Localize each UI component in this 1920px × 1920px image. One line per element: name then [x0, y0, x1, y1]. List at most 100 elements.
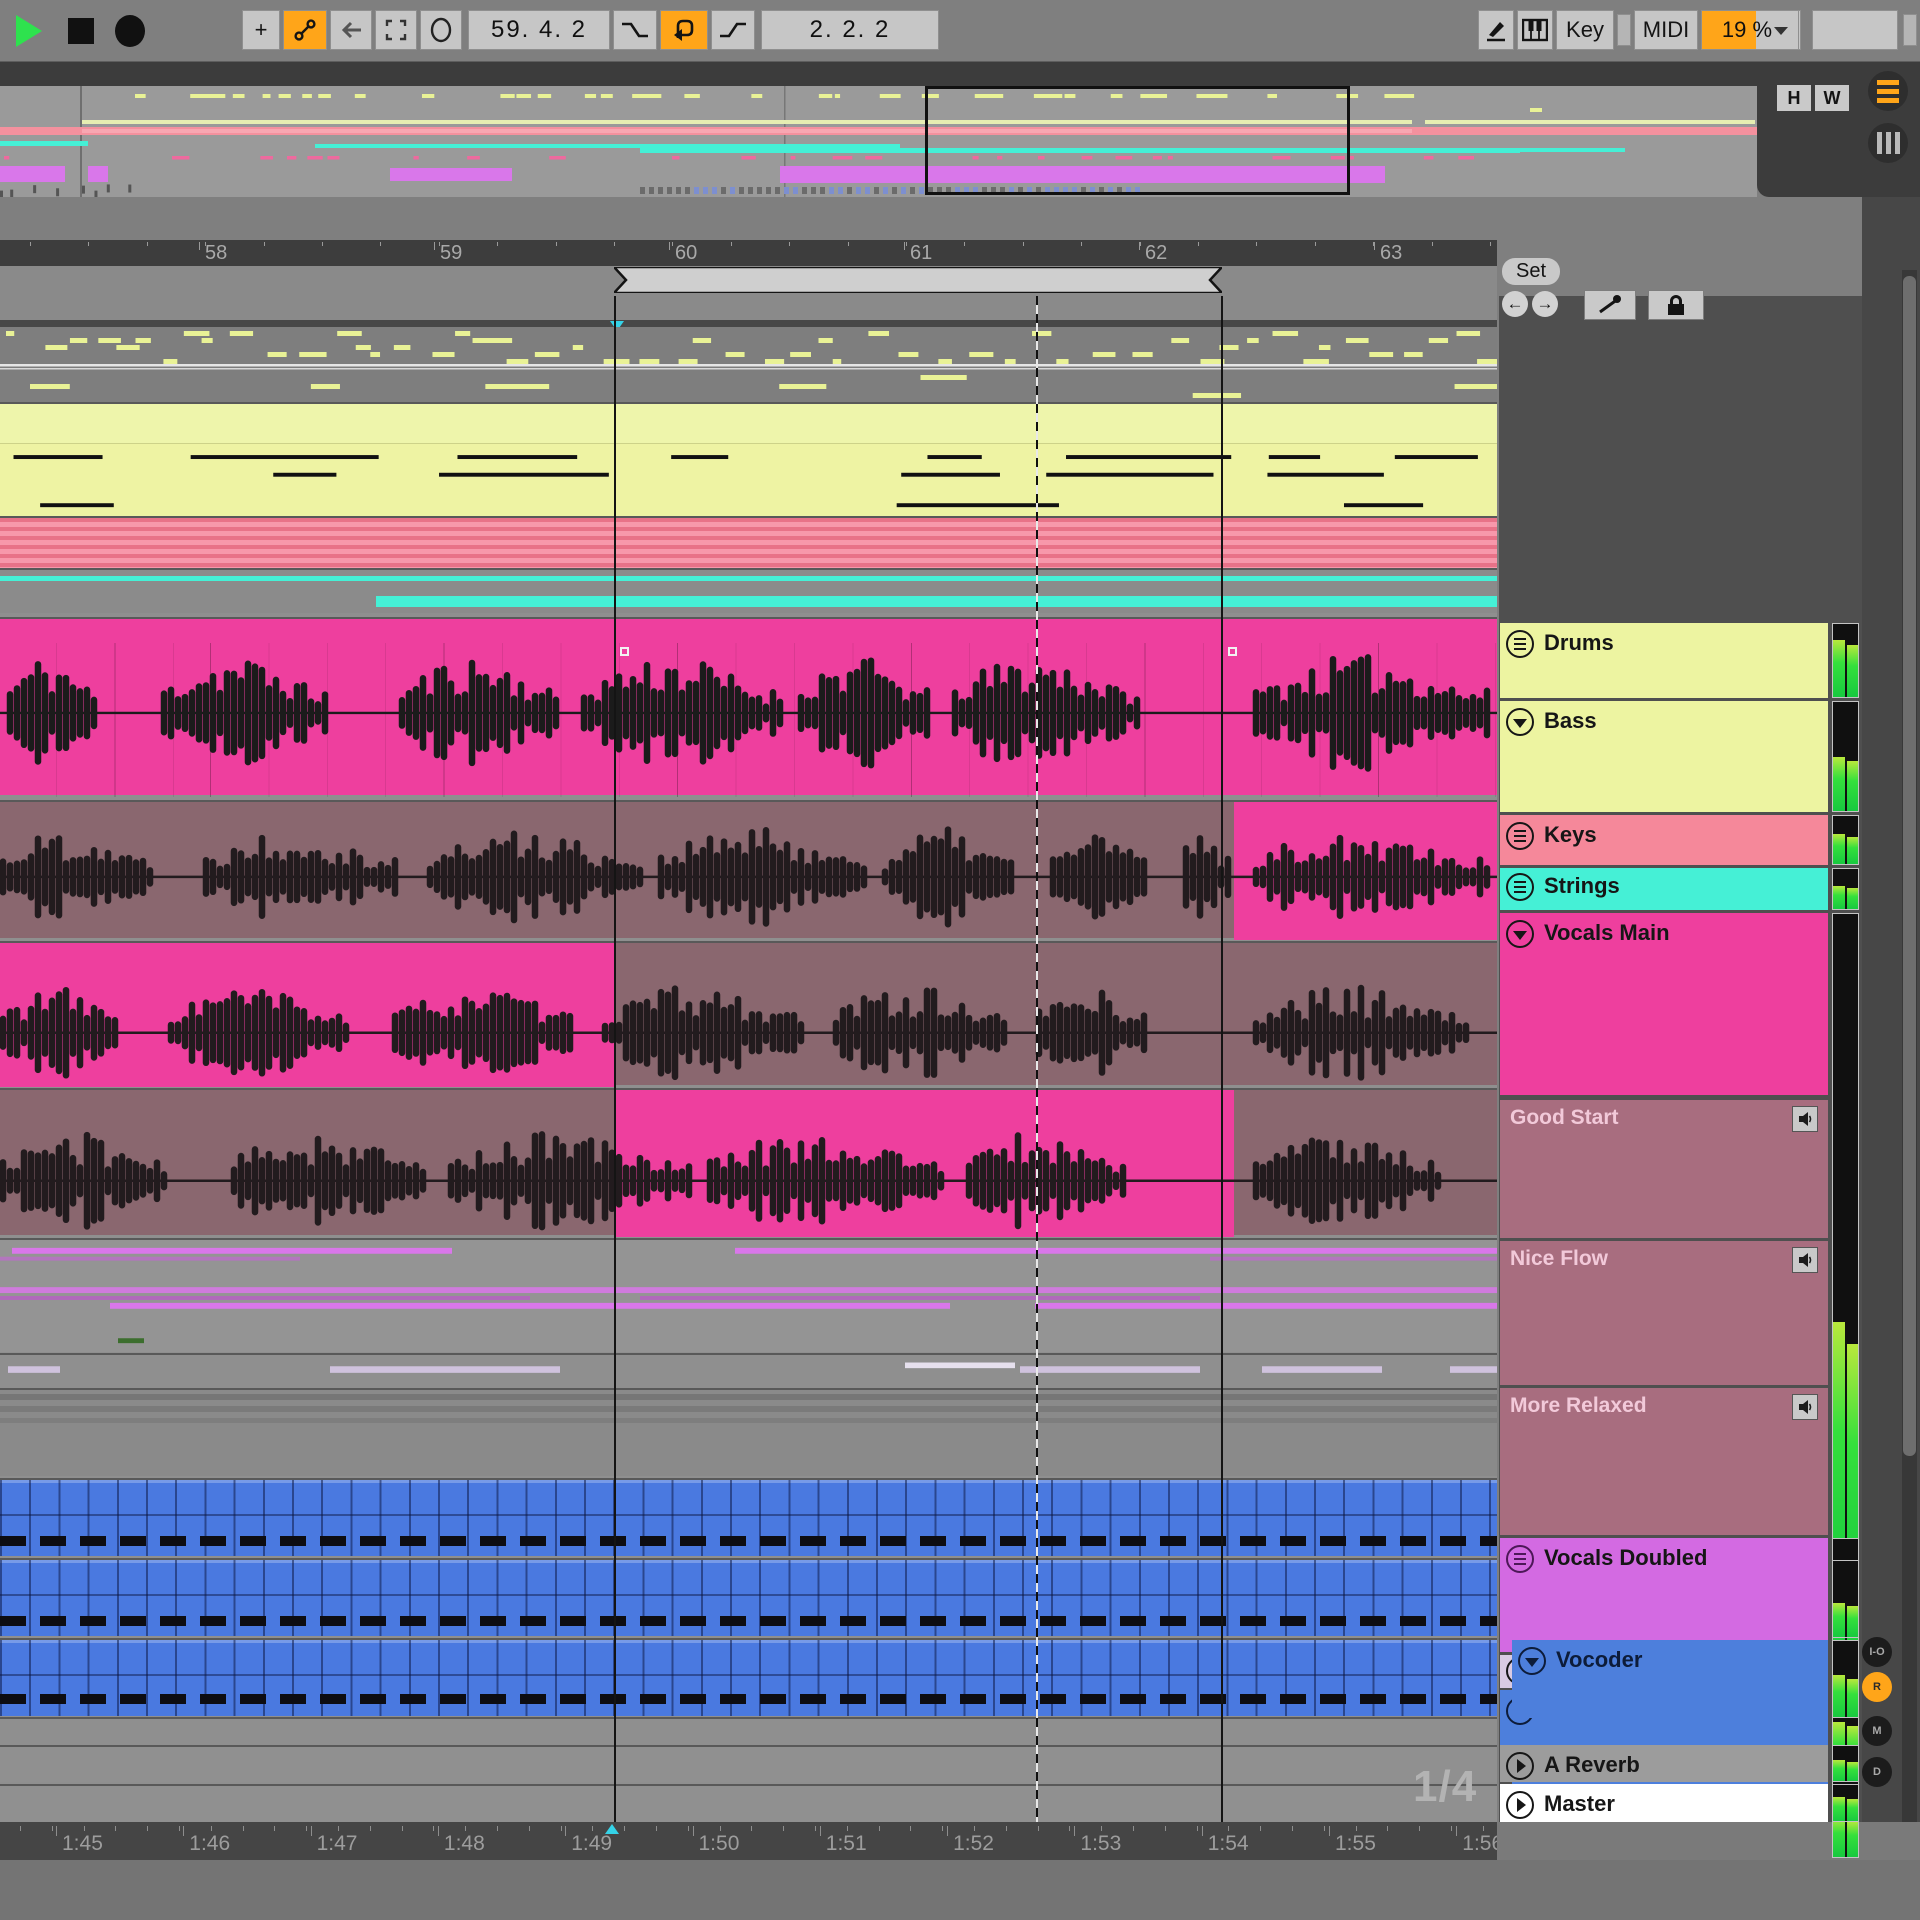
hamburger-menu-icon[interactable]	[1868, 71, 1908, 111]
time-label: 1:53	[1080, 1832, 1121, 1856]
loop-end-line[interactable]	[1221, 296, 1223, 1822]
take-lane-more-relaxed[interactable]	[0, 1088, 1497, 1235]
time-ruler[interactable]: 1:451:461:471:481:491:501:511:521:531:54…	[0, 1822, 1497, 1860]
track-header-drums[interactable]: Drums	[1500, 623, 1828, 698]
draw-mode-button[interactable]	[1478, 10, 1514, 50]
show-delay-button[interactable]: D	[1862, 1757, 1892, 1787]
next-marker-button[interactable]: →	[1532, 291, 1558, 317]
empty-display[interactable]	[1812, 10, 1898, 50]
keys-clip-row[interactable]	[0, 516, 1497, 568]
unfold-arrow-icon[interactable]	[1506, 708, 1534, 736]
track-header-vocals-main[interactable]: Vocals Main	[1500, 913, 1828, 1095]
group-fold-icon[interactable]	[1506, 873, 1534, 901]
time-label: 1:55	[1335, 1832, 1376, 1856]
strings-clip-row[interactable]	[0, 568, 1497, 613]
fade-handle-left[interactable]	[620, 647, 629, 656]
track-header-a-reverb[interactable]: A Reverb	[1500, 1745, 1828, 1782]
track-header-bass[interactable]: Bass	[1500, 701, 1828, 812]
loop-start-line[interactable]	[614, 296, 616, 1822]
track-header-keys[interactable]: Keys	[1500, 815, 1828, 865]
fit-width-button[interactable]: W	[1815, 85, 1849, 111]
circle-tool-button[interactable]	[420, 10, 462, 50]
a-reverb-clip-row[interactable]	[0, 1745, 1497, 1782]
time-minor-tick	[592, 1826, 593, 1831]
track-header-strings[interactable]: Strings	[1500, 868, 1828, 910]
show-mixer-button[interactable]: M	[1862, 1716, 1892, 1746]
layer1-clip-row[interactable]	[0, 1478, 1497, 1556]
loop-brace[interactable]	[614, 267, 1222, 293]
play-fold-icon[interactable]	[1506, 1752, 1534, 1780]
computer-midi-keyboard-button[interactable]	[1517, 10, 1553, 50]
group-fold-icon[interactable]	[1506, 822, 1534, 850]
vocals-main-clip-row[interactable]	[0, 617, 1497, 795]
arrangement-overview[interactable]	[0, 86, 1757, 197]
lane-header-more-relaxed[interactable]: More Relaxed	[1500, 1388, 1828, 1535]
vocals-fx-clips	[0, 1355, 1497, 1386]
punch-out-button[interactable]	[711, 10, 755, 50]
show-io-button[interactable]: I-O	[1862, 1637, 1892, 1667]
midi-map-button[interactable]: MIDI	[1634, 10, 1698, 50]
punch-in-button[interactable]	[613, 10, 657, 50]
group-fold-icon[interactable]	[1506, 630, 1534, 658]
group-fold-icon[interactable]	[1506, 1545, 1534, 1573]
scrollbar-handle[interactable]	[1903, 276, 1916, 1456]
unfold-arrow-icon[interactable]	[1506, 920, 1534, 948]
track-name: Vocals Main	[1544, 920, 1670, 946]
track-header-vocoder[interactable]: Vocoder	[1512, 1640, 1828, 1718]
vocals-fx-clip-row[interactable]	[0, 1353, 1497, 1386]
stop-button[interactable]	[66, 16, 96, 46]
selection-brackets-button[interactable]	[375, 10, 417, 50]
vocal-vocoder-group-row[interactable]	[0, 1388, 1497, 1476]
minor-tick	[964, 242, 965, 246]
overview-view-rectangle[interactable]	[925, 86, 1350, 195]
vocoder-clip-row[interactable]	[0, 1638, 1497, 1716]
play-button[interactable]	[14, 14, 44, 48]
arrangement-area[interactable]	[0, 296, 1497, 1822]
fade-handle-right[interactable]	[1228, 647, 1237, 656]
nice-flow-waveform	[0, 943, 1497, 1085]
loop-length-display[interactable]: 2. 2. 2	[761, 10, 939, 50]
track-header-master[interactable]: Master	[1500, 1784, 1828, 1822]
back-to-arrangement-button[interactable]	[330, 10, 372, 50]
play-fold-icon[interactable]	[1506, 1791, 1534, 1819]
layer2-clip-row[interactable]	[0, 1558, 1497, 1636]
lane-header-good-start[interactable]: Good Start	[1500, 1100, 1828, 1238]
drums-clip-row[interactable]	[0, 327, 1497, 402]
master-clip-row[interactable]	[0, 1784, 1497, 1822]
record-button[interactable]	[112, 14, 148, 48]
unfold-arrow-icon[interactable]	[1518, 1647, 1546, 1675]
speaker-icon	[1797, 1252, 1813, 1268]
toolbar-handle-right	[1903, 14, 1917, 46]
show-returns-button[interactable]: R	[1862, 1672, 1892, 1702]
node-line-icon	[1597, 295, 1623, 315]
pencil-icon	[1483, 17, 1509, 43]
time-minor-tick	[84, 1826, 85, 1831]
speaker-icon	[1797, 1399, 1813, 1415]
mixer-bars-icon[interactable]	[1868, 123, 1908, 163]
take-lane-good-start[interactable]	[0, 800, 1497, 938]
set-button[interactable]: Set	[1502, 258, 1560, 285]
playhead-cursor[interactable]	[1036, 296, 1038, 1822]
lock-envelopes-button[interactable]	[1648, 290, 1704, 320]
time-minor-tick	[179, 1826, 180, 1831]
arrangement-position-display[interactable]: 59. 4. 2	[468, 10, 610, 50]
prev-marker-button[interactable]: ←	[1502, 291, 1528, 317]
draw-automation-button[interactable]	[1584, 290, 1636, 320]
audition-take-button[interactable]	[1792, 1394, 1818, 1420]
time-minor-tick	[910, 1826, 911, 1831]
time-minor-tick	[529, 1826, 530, 1831]
track-header-vocals-doubled[interactable]: Vocals Doubled	[1500, 1538, 1828, 1652]
automation-mode-button[interactable]	[283, 10, 327, 50]
key-map-button[interactable]: Key	[1556, 10, 1614, 50]
audition-take-button[interactable]	[1792, 1106, 1818, 1132]
take-lane-nice-flow[interactable]	[0, 941, 1497, 1085]
loop-button[interactable]	[660, 10, 708, 50]
vocoder-mid-line	[0, 1594, 1497, 1596]
lane-header-nice-flow[interactable]: Nice Flow	[1500, 1241, 1828, 1385]
fit-height-button[interactable]: H	[1777, 85, 1811, 111]
vocals-doubled-clip-row[interactable]	[0, 1238, 1497, 1352]
audition-take-button[interactable]	[1792, 1247, 1818, 1273]
beat-time-ruler[interactable]: 585960616263	[0, 240, 1497, 266]
bass-clip-row[interactable]	[0, 402, 1497, 516]
pencil-mode-button[interactable]: +	[242, 10, 280, 50]
